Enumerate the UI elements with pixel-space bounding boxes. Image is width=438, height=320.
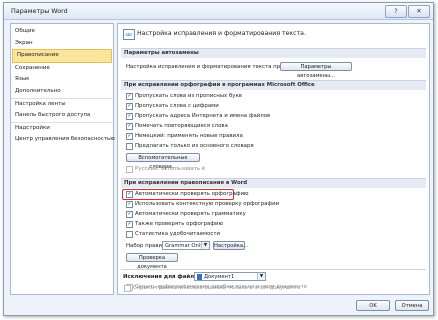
checkbox-contextual[interactable]: ✓ <box>126 201 133 208</box>
checkbox-german[interactable]: ✓ <box>126 133 133 140</box>
ruleset-settings-button[interactable]: Настройка... <box>213 241 248 250</box>
option-repeated: Помечать повторяющиеся слова <box>135 123 228 129</box>
checkbox-readability[interactable] <box>126 231 133 238</box>
option-german: Немецкий: применять новые правила <box>135 133 243 139</box>
exceptions-document-select[interactable]: Документ1 ▼ <box>194 272 266 281</box>
checkbox-russian-yo[interactable] <box>126 166 133 173</box>
checkbox-main-dict[interactable] <box>126 143 133 150</box>
option-russian-yo: Русский: использовать ё <box>135 166 206 172</box>
sidebar-item-quick-access[interactable]: Панель быстрого доступа <box>11 110 113 123</box>
section-office-spelling: При исправлении орфографии в программах … <box>121 80 426 90</box>
checkbox-auto-spell[interactable]: ✓ <box>126 191 133 198</box>
sidebar-item-advanced[interactable]: Дополнительно <box>11 86 113 99</box>
sidebar-item-addins[interactable]: Надстройки <box>11 123 113 135</box>
custom-dictionaries-button[interactable]: Вспомогательные словари... <box>126 153 200 170</box>
checkbox-internet[interactable]: ✓ <box>126 113 133 120</box>
divider <box>121 269 426 270</box>
help-button[interactable]: ? <box>385 5 407 18</box>
option-auto-grammar: Автоматически проверять грамматику <box>135 211 246 217</box>
checkbox-hide-grammar[interactable] <box>124 285 131 292</box>
sidebar: Общие Экран Правописание Сохранение Язык… <box>10 23 115 295</box>
exceptions-document-value: Документ1 <box>204 274 235 280</box>
checkbox-uppercase[interactable]: ✓ <box>126 93 133 100</box>
chevron-down-icon: ▼ <box>201 242 209 249</box>
option-numbers: Пропускать слова с цифрами <box>135 103 219 109</box>
option-auto-spell: Автоматически проверять орфографию <box>135 191 249 197</box>
checkbox-auto-grammar[interactable]: ✓ <box>126 211 133 218</box>
option-uppercase: Пропускать слова из прописных букв <box>135 93 242 99</box>
ruleset-select[interactable]: Grammar Only ▼ <box>162 241 210 250</box>
option-main-dict: Предлагать только из основного словаря <box>135 143 254 149</box>
sidebar-item-ribbon[interactable]: Настройка ленты <box>11 99 113 111</box>
sidebar-item-general[interactable]: Общие <box>11 26 113 38</box>
checkbox-also-spelling[interactable]: ✓ <box>126 221 133 228</box>
close-button[interactable]: ✕ <box>408 5 430 18</box>
page-header: Настройка исправления и форматирования т… <box>137 30 306 37</box>
window-title: Параметры Word <box>11 7 68 15</box>
ruleset-value: Grammar Only <box>165 243 204 249</box>
autocorrect-desc: Настройка исправления и форматирования т… <box>126 64 304 70</box>
section-word-spelling: При исправлении правописания в Word <box>121 178 426 188</box>
ok-button[interactable]: OK <box>356 300 390 311</box>
section-autocorrect: Параметры автозамены <box>121 48 426 58</box>
sidebar-item-proofing[interactable]: Правописание <box>12 49 112 63</box>
autocorrect-options-button[interactable]: Параметры автозамены... <box>280 62 352 79</box>
cancel-button[interactable]: Отмена <box>395 300 429 311</box>
sidebar-item-language[interactable]: Язык <box>11 74 113 86</box>
chevron-down-icon: ▼ <box>257 273 265 280</box>
sidebar-item-display[interactable]: Экран <box>11 38 113 50</box>
option-contextual: Использовать контекстную проверку орфогр… <box>135 201 280 207</box>
checkbox-repeated[interactable]: ✓ <box>126 123 133 130</box>
exceptions-label: Исключения для файла: <box>123 274 200 280</box>
title-bar: Параметры Word ? ✕ <box>4 3 433 20</box>
content-panel: abc Настройка исправления и форматирован… <box>117 23 430 295</box>
option-also-spelling: Также проверять орфографию <box>135 221 224 227</box>
document-icon <box>197 273 202 280</box>
recheck-document-button[interactable]: Проверка документа <box>126 253 178 270</box>
sidebar-item-trust-center[interactable]: Центр управления безопасностью <box>11 134 115 146</box>
checkbox-numbers[interactable]: ✓ <box>126 103 133 110</box>
option-readability: Статистика удобочитаемости <box>135 231 220 237</box>
option-hide-grammar: Скрыть грамматические ошибки только в эт… <box>133 285 301 291</box>
abc-check-icon: abc <box>123 29 135 40</box>
option-internet: Пропускать адреса Интернета и имена файл… <box>135 113 271 119</box>
sidebar-item-save[interactable]: Сохранение <box>11 63 113 75</box>
word-options-dialog: Параметры Word ? ✕ Общие Экран Правописа… <box>3 2 434 316</box>
